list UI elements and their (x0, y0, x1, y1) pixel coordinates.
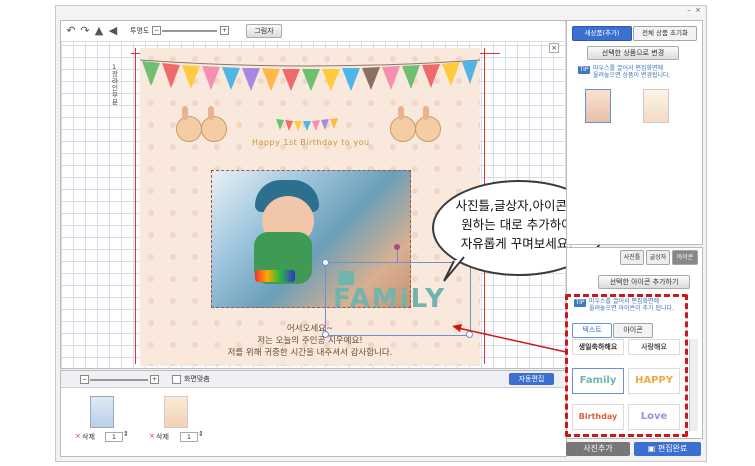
resize-handle[interactable] (322, 259, 329, 266)
product-thumbnail-selected[interactable] (585, 89, 611, 123)
opacity-minus-button[interactable]: − (152, 26, 161, 35)
rotate-handle[interactable] (394, 244, 400, 250)
tab-new-product[interactable]: 새상품(추가) (572, 26, 632, 41)
back-icon[interactable]: ◀ (106, 24, 120, 38)
qty-stepper-icon[interactable]: ⇕ (198, 430, 204, 438)
caption-line-3: 저를 위해 귀중한 시간을 내주셔서 감사합니다. (227, 348, 393, 358)
close-icon[interactable]: × (694, 6, 702, 14)
page-1-delete-label[interactable]: 삭제 (82, 432, 95, 442)
delete-icon[interactable]: × (75, 432, 81, 440)
fit-label: 화면맞춤 (184, 375, 210, 383)
icon-tip-line-2: 올려놓으면 아이콘이 추가 됩니다. (589, 305, 674, 312)
bunny-character-icon (201, 116, 227, 142)
add-photo-button[interactable]: 사진추가 (566, 442, 630, 456)
page-thumbnail-2[interactable] (164, 396, 188, 428)
bunny-character-icon (415, 116, 441, 142)
tab-reset-products[interactable]: 전체 상품 초기화 (633, 26, 697, 41)
fit-checkbox[interactable] (172, 375, 181, 384)
finish-edit-label: 편집완료 (657, 444, 688, 453)
warning-icon[interactable]: ▲ (92, 24, 106, 38)
change-product-button[interactable]: 선택한 상품으로 변경 (587, 46, 679, 60)
zoom-plus-button[interactable]: + (150, 375, 159, 384)
qty-stepper-icon[interactable]: ⇕ (123, 430, 129, 438)
bunny-character-icon (176, 116, 202, 142)
auto-edit-button[interactable]: 자동편집 (509, 373, 554, 385)
undo-icon[interactable]: ↶ (64, 24, 78, 38)
page-1-qty[interactable]: 1 (105, 432, 123, 442)
xylophone-toy (255, 270, 295, 282)
product-tip-line-1: 마우스를 끌어서 편집화면에 (593, 65, 664, 72)
caption-line-2: 저는 오늘의 주인공 지우예요! (257, 336, 363, 346)
page-thumbnail-1[interactable] (90, 396, 114, 428)
icon-tip-text: 마우스를 끌어서 편집화면에 올려놓으면 아이콘이 추가 됩니다. (589, 298, 681, 312)
rotate-line (397, 248, 398, 262)
bubble-tail (443, 256, 465, 282)
edit-toolbar: ↶ ↷ ▲ ◀ 투명도 − + 그림자 (61, 21, 564, 42)
guide-line-left (135, 48, 136, 364)
tab-photo-frame[interactable]: 사진틀 (620, 250, 644, 265)
bunny-ear-icon (398, 106, 404, 120)
bunny-character-icon (390, 116, 416, 142)
subtab-icon[interactable]: 아이콘 (613, 323, 653, 338)
product-tip-line-2: 올려놓으면 상품이 변경됩니다. (593, 72, 671, 79)
finish-edit-button[interactable]: ▣ 편집완료 (634, 442, 701, 456)
zoom-slider[interactable] (90, 379, 148, 381)
sticker-birthday[interactable]: Birthday (572, 404, 624, 430)
bunny-ear-icon (182, 106, 188, 120)
sticker-scrollbar[interactable] (689, 339, 698, 431)
save-icon: ▣ (647, 444, 658, 453)
bunny-ear-icon (423, 106, 429, 120)
add-icon-button[interactable]: 선택한 아이콘 추가하기 (598, 275, 690, 289)
sticker-love-korean[interactable]: 사랑해요 (628, 339, 680, 355)
canvas-close-icon[interactable]: × (549, 43, 559, 53)
red-arrow (452, 324, 567, 353)
birthday-title: Happy 1st Birthday to you (252, 138, 370, 147)
small-bunting (276, 118, 338, 131)
page-2-qty[interactable]: 1 (180, 432, 198, 442)
family-sticker-text: FAMiLY (333, 284, 447, 314)
redo-icon[interactable]: ↷ (78, 24, 92, 38)
shadow-button[interactable]: 그림자 (246, 24, 282, 38)
sticker-love[interactable]: Love (628, 404, 680, 430)
sticker-family[interactable]: Family (572, 368, 624, 394)
subtab-text[interactable]: 텍스트 (572, 323, 612, 338)
bunting-banner (140, 59, 480, 91)
caption-line-1: 어서오세요~ (286, 324, 334, 334)
tip-badge: TIP (574, 299, 586, 307)
opacity-plus-button[interactable]: + (220, 26, 229, 35)
sticker-happy[interactable]: HAPPY (628, 368, 680, 394)
opacity-label: 투명도 (130, 27, 150, 35)
tip-badge: TIP (578, 66, 590, 74)
tab-text-box[interactable]: 글상자 (646, 250, 670, 265)
page-2-delete-label[interactable]: 삭제 (156, 432, 169, 442)
window-titlebar (56, 6, 704, 15)
icon-tip-line-1: 마우스를 끌어서 편집화면에 (589, 298, 660, 305)
gift-box-icon (338, 271, 354, 285)
sticker-birthday-korean[interactable]: 생일축하해요 (572, 339, 624, 355)
zoom-minus-button[interactable]: − (80, 375, 89, 384)
product-tip-text: 마우스를 끌어서 편집화면에 올려놓으면 상품이 변경됩니다. (593, 65, 693, 79)
minimize-icon[interactable]: – (685, 6, 693, 14)
guide-label: 1장 라인 부분 (112, 63, 118, 106)
product-thumbnail[interactable] (643, 89, 669, 123)
delete-icon[interactable]: × (149, 432, 155, 440)
bunny-ear-icon (208, 106, 214, 120)
opacity-slider[interactable] (162, 30, 217, 32)
tab-icon[interactable]: 아이콘 (672, 250, 698, 265)
